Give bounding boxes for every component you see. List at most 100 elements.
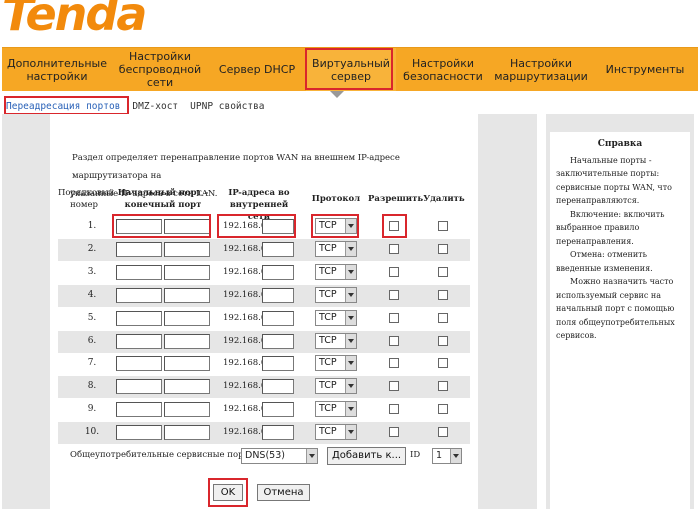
enable-checkbox[interactable] bbox=[389, 381, 399, 392]
ip-last-octet-input[interactable] bbox=[262, 287, 294, 303]
delete-checkbox[interactable] bbox=[438, 312, 448, 323]
row-number: 2. bbox=[87, 243, 97, 254]
row-number: 3. bbox=[87, 266, 97, 277]
protocol-select[interactable]: TCP bbox=[315, 286, 357, 303]
row-number: 1. bbox=[87, 221, 97, 231]
chevron-down-icon bbox=[345, 356, 356, 371]
enable-checkbox[interactable] bbox=[389, 266, 399, 277]
row-number: 10. bbox=[84, 427, 100, 438]
end-port-input[interactable] bbox=[164, 287, 210, 303]
ip-last-octet-input[interactable] bbox=[262, 333, 294, 349]
help-paragraph: Включение: включить выбранное правило пе… bbox=[556, 209, 665, 246]
chevron-down-icon bbox=[450, 449, 461, 463]
chevron-down-icon bbox=[345, 264, 356, 279]
protocol-select[interactable]: TCP bbox=[315, 378, 357, 395]
end-port-input[interactable] bbox=[164, 333, 210, 349]
highlight-port-forwarding bbox=[4, 96, 129, 115]
nav-wireless-settings[interactable]: Настройки беспроводной сети bbox=[112, 48, 208, 91]
delete-checkbox[interactable] bbox=[438, 427, 448, 438]
nav-advanced-settings[interactable]: Дополнительные настройки bbox=[2, 48, 112, 91]
nav-routing-settings[interactable]: Настройки маршрутизации bbox=[490, 48, 592, 91]
header-delete: Удалить bbox=[423, 194, 465, 204]
highlight-ok bbox=[208, 478, 248, 507]
protocol-select[interactable]: TCP bbox=[315, 401, 357, 418]
delete-checkbox[interactable] bbox=[438, 221, 448, 231]
protocol-select[interactable]: TCP bbox=[315, 355, 357, 372]
row-number: 5. bbox=[87, 312, 97, 323]
end-port-input[interactable] bbox=[164, 425, 210, 441]
tab-upnp[interactable]: UPNP свойства bbox=[190, 101, 264, 112]
end-port-input[interactable] bbox=[164, 264, 210, 280]
start-port-input[interactable] bbox=[116, 310, 162, 326]
table-row: 3. 192.168.0. TCP bbox=[58, 262, 470, 284]
protocol-select[interactable]: TCP bbox=[315, 309, 357, 326]
enable-checkbox[interactable] bbox=[389, 312, 399, 323]
add-to-button[interactable]: Добавить к... bbox=[327, 447, 406, 465]
start-port-input[interactable] bbox=[116, 241, 162, 257]
delete-checkbox[interactable] bbox=[438, 381, 448, 392]
delete-checkbox[interactable] bbox=[438, 266, 448, 277]
table-row: 9. 192.168.0. TCP bbox=[58, 399, 470, 421]
end-port-input[interactable] bbox=[164, 356, 210, 372]
header-protocol: Протокол bbox=[311, 194, 361, 204]
help-box: Справка Начальные порты - заключительные… bbox=[550, 132, 690, 509]
nav-security-settings[interactable]: Настройки безопасности bbox=[396, 48, 490, 91]
enable-checkbox[interactable] bbox=[389, 427, 399, 438]
enable-checkbox[interactable] bbox=[389, 289, 399, 300]
chevron-down-icon bbox=[345, 287, 356, 302]
tab-dmz-host[interactable]: DMZ-хост bbox=[132, 101, 178, 112]
protocol-select[interactable]: TCP bbox=[315, 332, 357, 349]
ip-last-octet-input[interactable] bbox=[262, 310, 294, 326]
nav-tools[interactable]: Инструменты bbox=[592, 48, 698, 91]
start-port-input[interactable] bbox=[116, 402, 162, 418]
protocol-select[interactable]: TCP bbox=[315, 263, 357, 280]
help-paragraph: Начальные порты - заключительные порты: … bbox=[556, 155, 672, 206]
end-port-input[interactable] bbox=[164, 241, 210, 257]
row-number: 6. bbox=[87, 335, 97, 346]
end-port-input[interactable] bbox=[164, 310, 210, 326]
start-port-input[interactable] bbox=[116, 333, 162, 349]
help-paragraph: Можно назначить часто используемый серви… bbox=[556, 277, 675, 340]
start-port-input[interactable] bbox=[116, 264, 162, 280]
protocol-select[interactable]: TCP bbox=[315, 424, 357, 441]
end-port-input[interactable] bbox=[164, 379, 210, 395]
id-select[interactable]: 1 bbox=[432, 448, 462, 464]
table-row: 6. 192.168.0. TCP bbox=[58, 330, 470, 353]
enable-checkbox[interactable] bbox=[389, 404, 399, 415]
delete-checkbox[interactable] bbox=[438, 358, 448, 369]
start-port-input[interactable] bbox=[116, 356, 162, 372]
delete-checkbox[interactable] bbox=[438, 289, 448, 300]
table-row: 2. 192.168.0. TCP bbox=[58, 238, 470, 261]
delete-checkbox[interactable] bbox=[438, 243, 448, 254]
ip-last-octet-input[interactable] bbox=[262, 356, 294, 372]
ip-last-octet-input[interactable] bbox=[262, 379, 294, 395]
end-port-input[interactable] bbox=[164, 402, 210, 418]
row-number: 7. bbox=[87, 358, 97, 369]
enable-checkbox[interactable] bbox=[389, 358, 399, 369]
row-number: 4. bbox=[87, 289, 97, 300]
nav-dhcp-server[interactable]: Сервер DHCP bbox=[208, 48, 306, 91]
nav-label: Настройки беспроводной сети bbox=[118, 50, 202, 89]
chevron-down-icon bbox=[345, 402, 356, 417]
table-row: 4. 192.168.0. TCP bbox=[58, 284, 470, 307]
delete-checkbox[interactable] bbox=[438, 335, 448, 346]
enable-checkbox[interactable] bbox=[389, 243, 399, 254]
protocol-select[interactable]: TCP bbox=[315, 240, 357, 257]
help-title: Справка bbox=[597, 139, 643, 149]
nav-label: Сервер DHCP bbox=[218, 63, 296, 76]
row-number: 9. bbox=[87, 404, 97, 415]
start-port-input[interactable] bbox=[116, 425, 162, 441]
enable-checkbox[interactable] bbox=[389, 335, 399, 346]
cancel-button[interactable]: Отмена bbox=[257, 484, 310, 501]
ip-last-octet-input[interactable] bbox=[262, 425, 294, 441]
ip-last-octet-input[interactable] bbox=[262, 264, 294, 280]
start-port-input[interactable] bbox=[116, 379, 162, 395]
common-ports-row: Общеупотребительные сервисные порты: DNS… bbox=[58, 446, 470, 468]
nav-label: Дополнительные настройки bbox=[7, 56, 107, 83]
ip-last-octet-input[interactable] bbox=[262, 402, 294, 418]
start-port-input[interactable] bbox=[116, 287, 162, 303]
delete-checkbox[interactable] bbox=[438, 404, 448, 415]
chevron-down-icon bbox=[345, 333, 356, 348]
common-ports-select[interactable]: DNS(53) bbox=[241, 448, 318, 464]
ip-last-octet-input[interactable] bbox=[262, 241, 294, 257]
